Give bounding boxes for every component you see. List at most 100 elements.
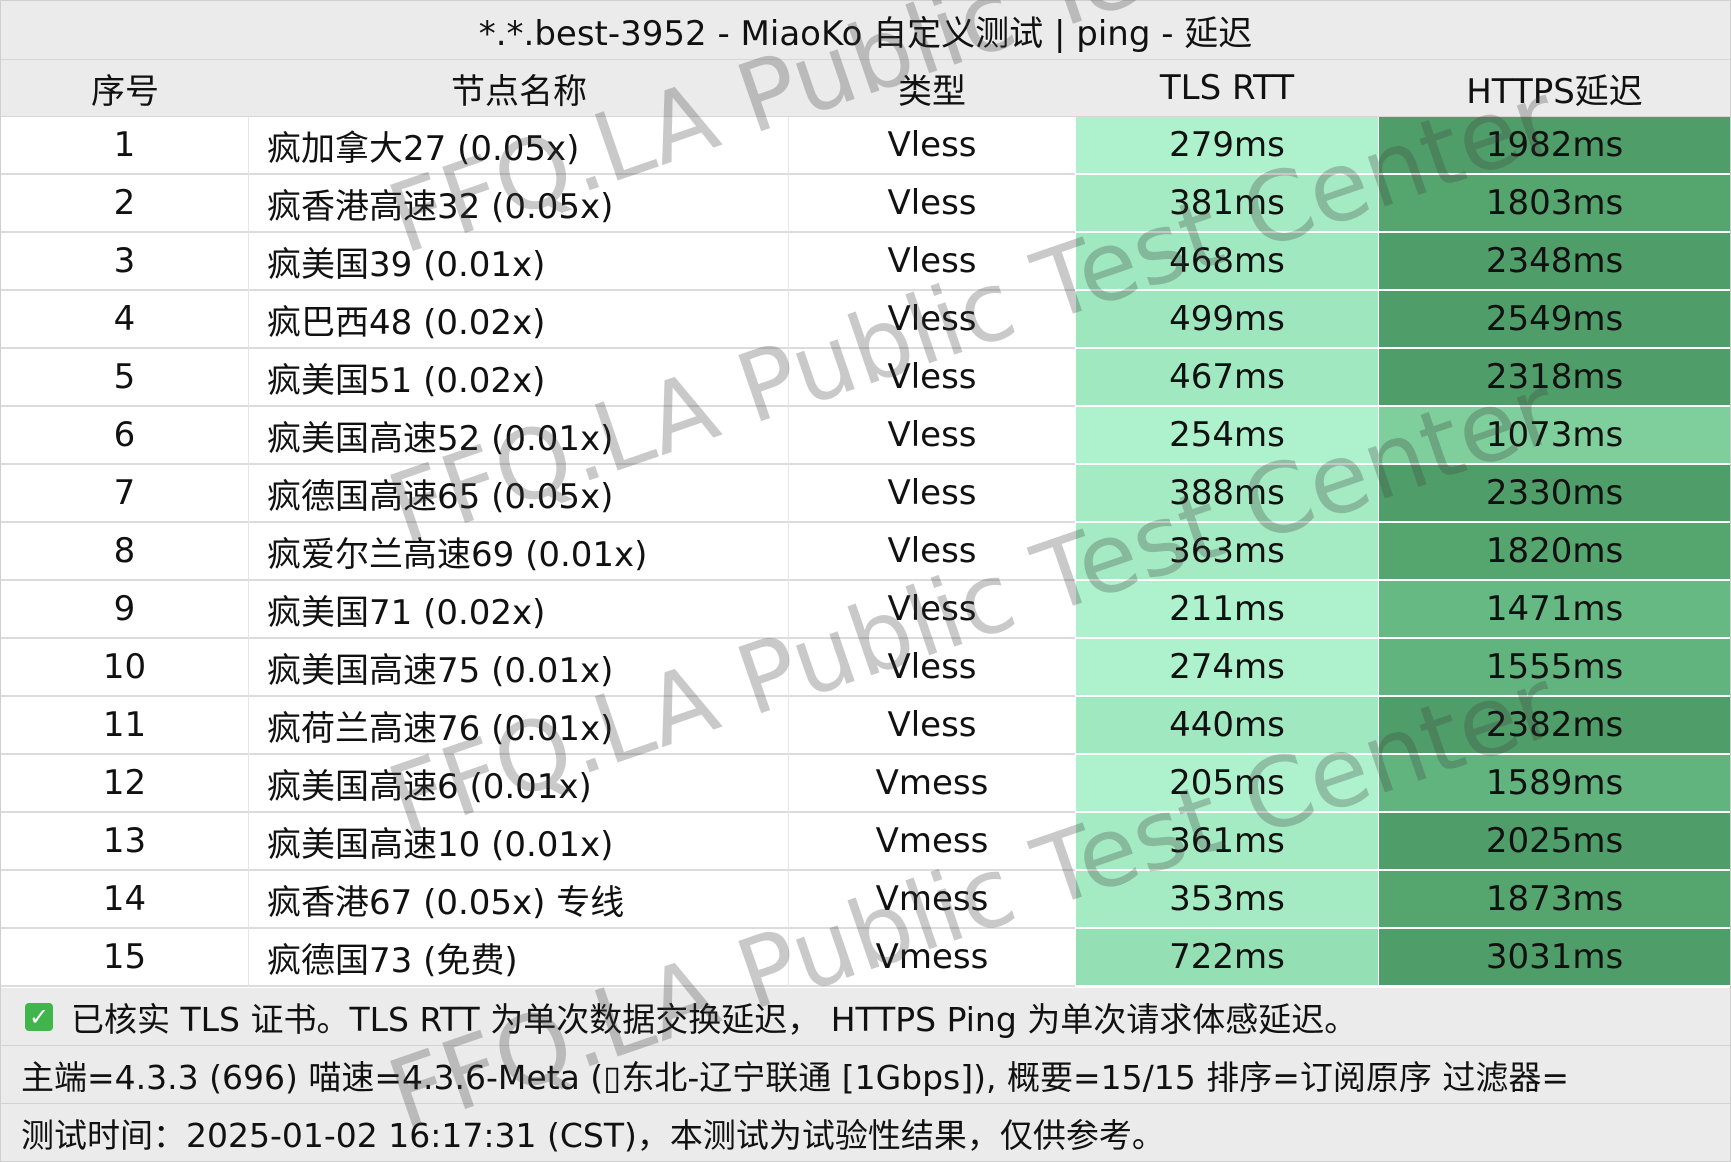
table-row: 14 疯香港67 (0.05x) 专线 Vmess 353ms 1873ms: [1, 871, 1730, 929]
row-tls-rtt: 381ms: [1075, 175, 1379, 233]
table-row: 3 疯美国39 (0.01x) Vless 468ms 2348ms: [1, 233, 1730, 291]
row-index: 15: [1, 929, 249, 987]
row-index: 11: [1, 697, 249, 755]
row-tls-rtt: 211ms: [1075, 581, 1379, 639]
row-type: Vless: [789, 117, 1075, 175]
check-icon: ✓: [25, 1002, 53, 1031]
header-index: 序号: [91, 71, 159, 112]
row-index: 8: [1, 523, 249, 581]
row-https-latency: 2348ms: [1379, 233, 1730, 291]
row-tls-rtt: 205ms: [1075, 755, 1379, 813]
row-https-latency: 1471ms: [1379, 581, 1730, 639]
row-https-latency: 2382ms: [1379, 697, 1730, 755]
row-https-latency: 1589ms: [1379, 755, 1730, 813]
row-node-name: 疯美国51 (0.02x): [249, 349, 789, 407]
footer-test-time: 测试时间：2025-01-02 16:17:31 (CST)，本测试为试验性结果…: [21, 1116, 1165, 1155]
table-row: 7 疯德国高速65 (0.05x) Vless 388ms 2330ms: [1, 465, 1730, 523]
row-type: Vmess: [789, 871, 1075, 929]
row-https-latency: 1820ms: [1379, 523, 1730, 581]
row-index: 7: [1, 465, 249, 523]
table-body: 1 疯加拿大27 (0.05x) Vless 279ms 1982ms 2 疯香港高速32 …: [1, 117, 1730, 987]
row-type: Vless: [789, 407, 1075, 465]
row-index: 1: [1, 117, 249, 175]
footer: ✓ 已核实 TLS 证书。TLS RTT 为单次数据交换延迟， HTTPS Pi…: [1, 988, 1730, 1161]
row-node-name: 疯加拿大27 (0.05x): [249, 117, 789, 175]
row-type: Vless: [789, 291, 1075, 349]
table-row: 6 疯美国高速52 (0.01x) Vless 254ms 1073ms: [1, 407, 1730, 465]
header-https-latency: HTTPS延迟: [1466, 71, 1643, 112]
row-https-latency: 3031ms: [1379, 929, 1730, 987]
row-index: 6: [1, 407, 249, 465]
result-window: *.*.best-3952 - MiaoKo 自定义测试 | ping - 延迟…: [0, 0, 1731, 1162]
footer-note: ✓ 已核实 TLS 证书。TLS RTT 为单次数据交换延迟， HTTPS Pi…: [1, 988, 1730, 1046]
row-node-name: 疯德国高速65 (0.05x): [249, 465, 789, 523]
row-index: 14: [1, 871, 249, 929]
row-node-name: 疯美国高速75 (0.01x): [249, 639, 789, 697]
row-type: Vmess: [789, 813, 1075, 871]
row-type: Vless: [789, 175, 1075, 233]
row-node-name: 疯香港高速32 (0.05x): [249, 175, 789, 233]
row-tls-rtt: 468ms: [1075, 233, 1379, 291]
row-tls-rtt: 388ms: [1075, 465, 1379, 523]
table-row: 8 疯爱尔兰高速69 (0.01x) Vless 363ms 1820ms: [1, 523, 1730, 581]
row-type: Vmess: [789, 929, 1075, 987]
row-tls-rtt: 353ms: [1075, 871, 1379, 929]
row-node-name: 疯德国73 (免费): [249, 929, 789, 987]
row-type: Vless: [789, 349, 1075, 407]
table-row: 15 疯德国73 (免费) Vmess 722ms 3031ms: [1, 929, 1730, 987]
row-index: 10: [1, 639, 249, 697]
row-node-name: 疯荷兰高速76 (0.01x): [249, 697, 789, 755]
footer-note-text: 已核实 TLS 证书。TLS RTT 为单次数据交换延迟， HTTPS Ping…: [71, 999, 1358, 1039]
table-row: 5 疯美国51 (0.02x) Vless 467ms 2318ms: [1, 349, 1730, 407]
row-type: Vmess: [789, 755, 1075, 813]
row-tls-rtt: 440ms: [1075, 697, 1379, 755]
row-tls-rtt: 722ms: [1075, 929, 1379, 987]
row-node-name: 疯美国39 (0.01x): [249, 233, 789, 291]
row-https-latency: 1555ms: [1379, 639, 1730, 697]
row-index: 13: [1, 813, 249, 871]
row-index: 12: [1, 755, 249, 813]
table-row: 4 疯巴西48 (0.02x) Vless 499ms 2549ms: [1, 291, 1730, 349]
row-https-latency: 1803ms: [1379, 175, 1730, 233]
row-tls-rtt: 254ms: [1075, 407, 1379, 465]
header-tls-rtt: TLS RTT: [1159, 68, 1295, 108]
row-node-name: 疯巴西48 (0.02x): [249, 291, 789, 349]
table-row: 10 疯美国高速75 (0.01x) Vless 274ms 1555ms: [1, 639, 1730, 697]
row-node-name: 疯美国高速6 (0.01x): [249, 755, 789, 813]
row-index: 5: [1, 349, 249, 407]
row-https-latency: 1073ms: [1379, 407, 1730, 465]
table-row: 1 疯加拿大27 (0.05x) Vless 279ms 1982ms: [1, 117, 1730, 175]
row-tls-rtt: 363ms: [1075, 523, 1379, 581]
row-node-name: 疯美国71 (0.02x): [249, 581, 789, 639]
row-index: 3: [1, 233, 249, 291]
row-https-latency: 2549ms: [1379, 291, 1730, 349]
row-index: 2: [1, 175, 249, 233]
row-type: Vless: [789, 697, 1075, 755]
table-row: 13 疯美国高速10 (0.01x) Vmess 361ms 2025ms: [1, 813, 1730, 871]
row-tls-rtt: 499ms: [1075, 291, 1379, 349]
row-type: Vless: [789, 581, 1075, 639]
row-tls-rtt: 279ms: [1075, 117, 1379, 175]
row-index: 4: [1, 291, 249, 349]
footer-environment: 主端=4.3.3 (696) 喵速=4.3.6-Meta (▯东北-辽宁联通 […: [1, 1046, 1730, 1104]
row-node-name: 疯香港67 (0.05x) 专线: [249, 871, 789, 929]
row-tls-rtt: 361ms: [1075, 813, 1379, 871]
row-tls-rtt: 274ms: [1075, 639, 1379, 697]
row-type: Vless: [789, 233, 1075, 291]
row-type: Vless: [789, 523, 1075, 581]
table-row: 9 疯美国71 (0.02x) Vless 211ms 1471ms: [1, 581, 1730, 639]
row-node-name: 疯爱尔兰高速69 (0.01x): [249, 523, 789, 581]
row-https-latency: 2330ms: [1379, 465, 1730, 523]
row-type: Vless: [789, 465, 1075, 523]
table-row: 11 疯荷兰高速76 (0.01x) Vless 440ms 2382ms: [1, 697, 1730, 755]
window-title: *.*.best-3952 - MiaoKo 自定义测试 | ping - 延迟: [1, 1, 1730, 59]
header-node-name: 节点名称: [451, 71, 587, 112]
row-tls-rtt: 467ms: [1075, 349, 1379, 407]
row-index: 9: [1, 581, 249, 639]
row-https-latency: 1982ms: [1379, 117, 1730, 175]
row-node-name: 疯美国高速52 (0.01x): [249, 407, 789, 465]
row-https-latency: 2318ms: [1379, 349, 1730, 407]
header-type: 类型: [898, 71, 966, 112]
row-node-name: 疯美国高速10 (0.01x): [249, 813, 789, 871]
table-row: 2 疯香港高速32 (0.05x) Vless 381ms 1803ms: [1, 175, 1730, 233]
